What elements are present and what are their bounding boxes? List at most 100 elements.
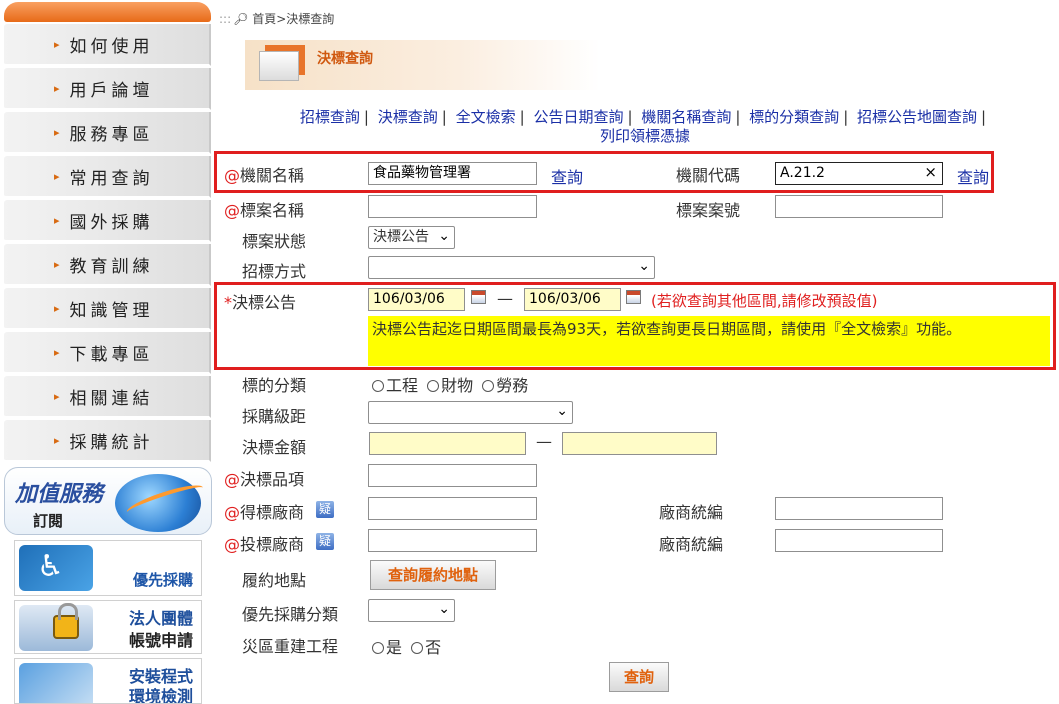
link-map-query[interactable]: 招標公告地圖查詢 [857, 108, 977, 126]
install-check-banner[interactable]: 安裝程式 環境檢測 [14, 658, 202, 704]
arrow-icon: ▸ [54, 213, 60, 227]
env-check-label: 環境檢測 [128, 687, 193, 704]
agency-code-label: 機關代碼 [676, 166, 741, 185]
vendor-lookup-icon[interactable]: 疑 [316, 533, 334, 550]
subject-category-label: 標的分類 [242, 376, 307, 395]
sidebar-item-label: 教育訓練 [69, 256, 154, 277]
link-print-receipt[interactable]: 列印領標憑據 [600, 127, 690, 145]
case-status-label: 標案狀態 [242, 232, 307, 251]
sidebar-item-services[interactable]: ▸ 服務專區 [4, 112, 211, 154]
winning-vendor-input[interactable] [368, 497, 537, 520]
page-title: 決標查詢 [317, 51, 373, 67]
case-name-input[interactable] [368, 195, 537, 218]
radio-icon [372, 380, 384, 392]
arrow-icon: ▸ [54, 37, 60, 51]
bidding-vendor-label: @投標廠商 [224, 535, 305, 554]
sidebar-item-label: 用戶論壇 [69, 80, 154, 101]
award-amount-to-input[interactable] [562, 432, 717, 455]
chevron-down-icon: ⌄ [638, 258, 650, 274]
search-icon: 🔎︎ [233, 12, 249, 26]
agency-code-input[interactable]: A.21.2 × [775, 162, 943, 185]
sidebar-item-how-to-use[interactable]: ▸ 如何使用 [4, 24, 211, 66]
link-date-query[interactable]: 公告日期查詢 [533, 108, 623, 126]
award-notice-label: *決標公告 [224, 293, 297, 312]
vendor-lookup-icon[interactable]: 疑 [316, 501, 334, 518]
wheelchair-icon [19, 545, 93, 591]
account-apply-label: 帳號申請 [128, 631, 193, 650]
date-range-hint: (若欲查詢其他區間,請修改預設值) [651, 292, 878, 310]
date-range-dash: — [497, 289, 513, 308]
radio-yes[interactable]: 是 [372, 638, 402, 657]
chevron-down-icon: ⌄ [438, 601, 450, 617]
link-fulltext-search[interactable]: 全文檢索 [456, 108, 516, 126]
link-tender-query[interactable]: 招標查詢 [300, 108, 360, 126]
sidebar-item-forum[interactable]: ▸ 用戶論壇 [4, 68, 211, 110]
sidebar-item-label: 知識管理 [69, 300, 154, 321]
award-amount-label: 決標金額 [242, 438, 307, 457]
lock-icon [53, 603, 79, 639]
sidebar-item-label: 採購統計 [69, 432, 154, 453]
chevron-down-icon: ⌄ [556, 403, 568, 419]
bidding-vendor-input[interactable] [368, 529, 537, 552]
submit-query-button[interactable]: 查詢 [609, 662, 669, 692]
case-number-input[interactable] [775, 195, 943, 218]
arrow-icon: ▸ [54, 389, 60, 403]
award-date-to-input[interactable]: 106/03/06 [524, 288, 621, 311]
radio-icon [411, 642, 424, 654]
sidebar-item-label: 常用查詢 [69, 168, 154, 189]
radio-icon [482, 380, 495, 392]
sidebar-item-downloads[interactable]: ▸ 下載專區 [4, 332, 211, 374]
arrow-icon: ▸ [54, 345, 60, 359]
sidebar-item-common-queries[interactable]: ▸ 常用查詢 [4, 156, 211, 198]
radio-goods[interactable]: 財物 [427, 376, 473, 395]
calendar-icon[interactable] [471, 290, 486, 304]
case-number-label: 標案案號 [676, 201, 741, 220]
case-status-select[interactable]: 決標公告 ⌄ [368, 226, 455, 249]
breadcrumb: ::: 🔎︎ 首頁>決標查詢 [219, 10, 334, 27]
award-item-label: @決標品項 [224, 470, 305, 489]
query-performance-location-button[interactable]: 查詢履約地點 [370, 560, 496, 590]
calendar-icon[interactable] [626, 290, 641, 304]
agency-name-input[interactable]: 食品藥物管理署 [368, 162, 537, 185]
sidebar-item-label: 如何使用 [69, 36, 154, 57]
bidding-vendor-tax-input[interactable] [775, 529, 943, 552]
value-service-banner[interactable]: 加值服務 訂閱 [4, 467, 212, 535]
link-agency-name-query[interactable]: 機關名稱查詢 [641, 108, 731, 126]
award-item-input[interactable] [368, 464, 537, 487]
breadcrumb-prefix: ::: [219, 12, 232, 26]
case-name-label: @標案名稱 [224, 201, 305, 220]
radio-no[interactable]: 否 [411, 638, 441, 657]
award-date-from-input[interactable]: 106/03/06 [368, 288, 465, 311]
performance-location-label: 履約地點 [242, 571, 307, 590]
tender-method-select[interactable]: ⌄ [368, 256, 655, 279]
sidebar-item-related-links[interactable]: ▸ 相關連結 [4, 376, 211, 418]
legal-entity-banner[interactable]: 法人團體 帳號申請 [14, 600, 202, 654]
procurement-level-select[interactable]: ⌄ [368, 401, 573, 424]
clear-icon[interactable]: × [924, 164, 937, 181]
award-amount-from-input[interactable] [369, 432, 526, 455]
arrow-icon: ▸ [54, 169, 60, 183]
priority-procurement-banner[interactable]: 優先採購 [14, 540, 202, 596]
agency-code-query-link[interactable]: 查詢 [957, 164, 989, 188]
sidebar-item-label: 相關連結 [69, 388, 154, 409]
radio-engineering[interactable]: 工程 [372, 376, 418, 395]
sidebar-item-knowledge[interactable]: ▸ 知識管理 [4, 288, 211, 330]
link-category-query[interactable]: 標的分類查詢 [749, 108, 839, 126]
tender-method-label: 招標方式 [242, 262, 307, 281]
radio-services[interactable]: 勞務 [482, 376, 528, 395]
sidebar-top-cap [4, 2, 211, 22]
sidebar-item-label: 下載專區 [69, 344, 154, 365]
disaster-project-radios: 是 否 [372, 634, 445, 658]
page-title-banner: 決標查詢 [245, 40, 600, 90]
link-award-query[interactable]: 決標查詢 [378, 108, 438, 126]
sidebar-item-foreign-procurement[interactable]: ▸ 國外採購 [4, 200, 211, 242]
priority-category-select[interactable]: ⌄ [368, 599, 455, 622]
sidebar-item-statistics[interactable]: ▸ 採購統計 [4, 420, 211, 462]
winning-vendor-label: @得標廠商 [224, 503, 305, 522]
sidebar-item-training[interactable]: ▸ 教育訓練 [4, 244, 211, 286]
winning-vendor-tax-input[interactable] [775, 497, 943, 520]
arrow-icon: ▸ [54, 301, 60, 315]
agency-name-query-link[interactable]: 查詢 [551, 164, 583, 188]
legal-entity-label: 法人團體 [128, 609, 193, 628]
arrow-icon: ▸ [54, 81, 60, 95]
